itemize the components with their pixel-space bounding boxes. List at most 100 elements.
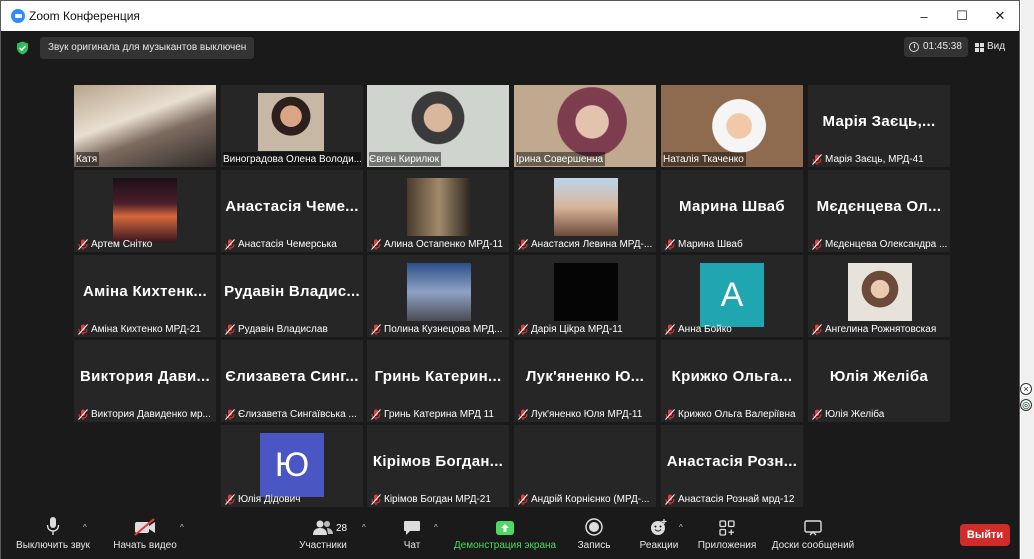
participant-name-label: Виктория Давиденко мр...: [76, 407, 213, 421]
participants-count: 28: [336, 523, 348, 534]
participant-name-label: Дарія Ціkра МРД-11: [516, 322, 625, 336]
mic-muted-icon: [371, 408, 381, 420]
apps-icon: [719, 520, 735, 536]
avatar-letter: A: [700, 263, 764, 327]
video-off-icon: [134, 518, 155, 536]
mic-muted-icon: [225, 238, 235, 250]
profile-photo: [407, 263, 471, 321]
window-title: Zoom Конференция: [29, 9, 140, 23]
close-button[interactable]: ✕: [981, 1, 1019, 31]
start-video-button[interactable]: Начать видео: [111, 510, 179, 559]
participant-name: Гринь Катерина МРД 11: [384, 408, 494, 420]
participant-name-label: Наталія Ткаченко: [663, 152, 746, 166]
mic-muted-icon: [665, 408, 675, 420]
meeting-info-bar: Звук оригинала для музыкантов выключен 0…: [1, 37, 1019, 59]
mic-muted-icon: [78, 238, 88, 250]
chat-options-caret[interactable]: ^: [434, 523, 438, 532]
record-button[interactable]: Запись: [575, 510, 613, 559]
zoom-window: Zoom Конференция – ☐ ✕ Звук оригинала дл…: [0, 0, 1020, 559]
participants-icon: [313, 520, 333, 535]
participant-tile[interactable]: A Анна Бойко: [661, 255, 803, 337]
participant-tile[interactable]: Анастасия Левина МРД-...: [514, 170, 656, 252]
participant-tile[interactable]: Марія Заєць,... Марія Заєць, МРД-41: [808, 85, 950, 167]
participant-tile[interactable]: Виктория Дави... Виктория Давиденко мр...: [74, 340, 216, 422]
shield-check-icon[interactable]: [16, 41, 29, 55]
participant-name: Єлизавета Сингаївська ...: [238, 408, 357, 420]
participant-name: Марія Заєць, МРД-41: [825, 153, 924, 165]
participant-tile[interactable]: Мєдєнцева Ол... Мєдєнцева Олександра ...: [808, 170, 950, 252]
participants-options-caret[interactable]: ^: [362, 523, 366, 532]
reactions-options-caret[interactable]: ^: [679, 523, 683, 532]
participant-tile[interactable]: Аміна Кихтенк... Аміна Кихтенко МРД-21: [74, 255, 216, 337]
participant-tile[interactable]: Ангелина Рожнятовская: [808, 255, 950, 337]
participant-tile[interactable]: Єлизавета Синг... Єлизавета Сингаївська .…: [221, 340, 363, 422]
participant-name-label: Марина Шваб: [663, 237, 745, 251]
participant-display-name: Єлизавета Синг...: [225, 368, 359, 385]
minimize-button[interactable]: –: [905, 1, 943, 31]
audio-options-caret[interactable]: ^: [83, 523, 87, 532]
participant-tile[interactable]: Крижко Ольга... Крижко Ольга Валеріївна: [661, 340, 803, 422]
close-widget-icon[interactable]: ×: [1020, 383, 1032, 395]
participant-tile[interactable]: Гринь Катерин... Гринь Катерина МРД 11: [367, 340, 509, 422]
participant-name: Артем Снітко: [91, 238, 153, 250]
share-screen-button[interactable]: Демонстрация экрана: [453, 510, 557, 559]
participant-name-label: Виноградова Олена Володи...: [223, 152, 361, 166]
participant-name: Лук'яненко Юля МРД-11: [531, 408, 643, 420]
participant-display-name: Лук'яненко Ю...: [525, 368, 645, 385]
mic-muted-icon: [78, 323, 88, 335]
participant-tile[interactable]: Полина Кузнецова МРД...: [367, 255, 509, 337]
participant-tile[interactable]: Кірімов Богдан... Кірімов Богдан МРД-21: [367, 425, 509, 507]
participant-tile[interactable]: Виноградова Олена Володи...: [221, 85, 363, 167]
participant-tile[interactable]: Ю Юлія Дідович: [221, 425, 363, 507]
participant-name-label: Полина Кузнецова МРД...: [369, 322, 504, 336]
participant-tile[interactable]: Лук'яненко Ю... Лук'яненко Юля МРД-11: [514, 340, 656, 422]
chat-button[interactable]: Чат: [397, 510, 427, 559]
mic-muted-icon: [518, 493, 528, 505]
participant-tile[interactable]: Катя: [74, 85, 216, 167]
participants-button[interactable]: Участники: [297, 510, 349, 559]
participant-name-label: Єлизавета Сингаївська ...: [223, 407, 359, 421]
participant-name: Катя: [76, 153, 98, 165]
mute-button[interactable]: Выключить звук: [15, 510, 91, 559]
participant-tile[interactable]: Дарія Ціkра МРД-11: [514, 255, 656, 337]
participant-display-name: Рудавін Владис...: [224, 283, 360, 300]
participant-name: Анастасія Рознай мрд-12: [678, 493, 795, 505]
view-button[interactable]: Вид: [975, 37, 1005, 57]
participant-tile[interactable]: Анастасія Чеме... Анастасія Чемерська: [221, 170, 363, 252]
participant-tile[interactable]: Марина Шваб Марина Шваб: [661, 170, 803, 252]
participant-tile[interactable]: Юлія Желіба Юлія Желіба: [808, 340, 950, 422]
participant-name: Крижко Ольга Валеріївна: [678, 408, 796, 420]
participant-tile[interactable]: Анастасія Розн... Анастасія Рознай мрд-12: [661, 425, 803, 507]
apps-button[interactable]: Приложения: [697, 510, 757, 559]
participant-tile[interactable]: Андрій Корнієнко (МРД-...: [514, 425, 656, 507]
participant-name-label: Ірина Совершенна: [516, 152, 606, 166]
participant-tile[interactable]: Рудавін Владис... Рудавін Владислав: [221, 255, 363, 337]
participant-name-label: Алина Остапенко МРД-11: [369, 237, 505, 251]
participant-display-name: Анастасія Чеме...: [225, 198, 359, 215]
whiteboards-button[interactable]: Доски сообщений: [771, 510, 855, 559]
video-options-caret[interactable]: ^: [180, 523, 184, 532]
mic-muted-icon: [371, 238, 381, 250]
leave-button[interactable]: Выйти: [960, 524, 1010, 546]
participant-name: Полина Кузнецова МРД...: [384, 323, 503, 335]
participant-tile[interactable]: Артем Снітко: [74, 170, 216, 252]
apps-label: Приложения: [697, 540, 757, 551]
side-app-icon[interactable]: ◎: [1020, 399, 1032, 411]
participant-tile[interactable]: Євген Кирилюк: [367, 85, 509, 167]
video-label: Начать видео: [113, 540, 177, 551]
original-sound-notice[interactable]: Звук оригинала для музыкантов выключен: [40, 37, 255, 59]
participant-name: Рудавін Владислав: [238, 323, 328, 335]
participant-tile[interactable]: Ірина Совершенна: [514, 85, 656, 167]
participant-name-label: Євген Кирилюк: [369, 152, 442, 166]
maximize-button[interactable]: ☐: [943, 1, 981, 31]
mute-label: Выключить звук: [16, 540, 90, 551]
participant-tile[interactable]: Наталія Ткаченко: [661, 85, 803, 167]
participant-name: Виктория Давиденко мр...: [91, 408, 211, 420]
reactions-label: Реакции: [639, 540, 679, 551]
reactions-button[interactable]: Реакции: [637, 510, 681, 559]
participant-name: Ірина Совершенна: [516, 153, 604, 165]
mic-muted-icon: [225, 408, 235, 420]
mic-muted-icon: [518, 238, 528, 250]
zoom-logo-icon: [11, 9, 25, 23]
participant-tile[interactable]: Алина Остапенко МРД-11: [367, 170, 509, 252]
